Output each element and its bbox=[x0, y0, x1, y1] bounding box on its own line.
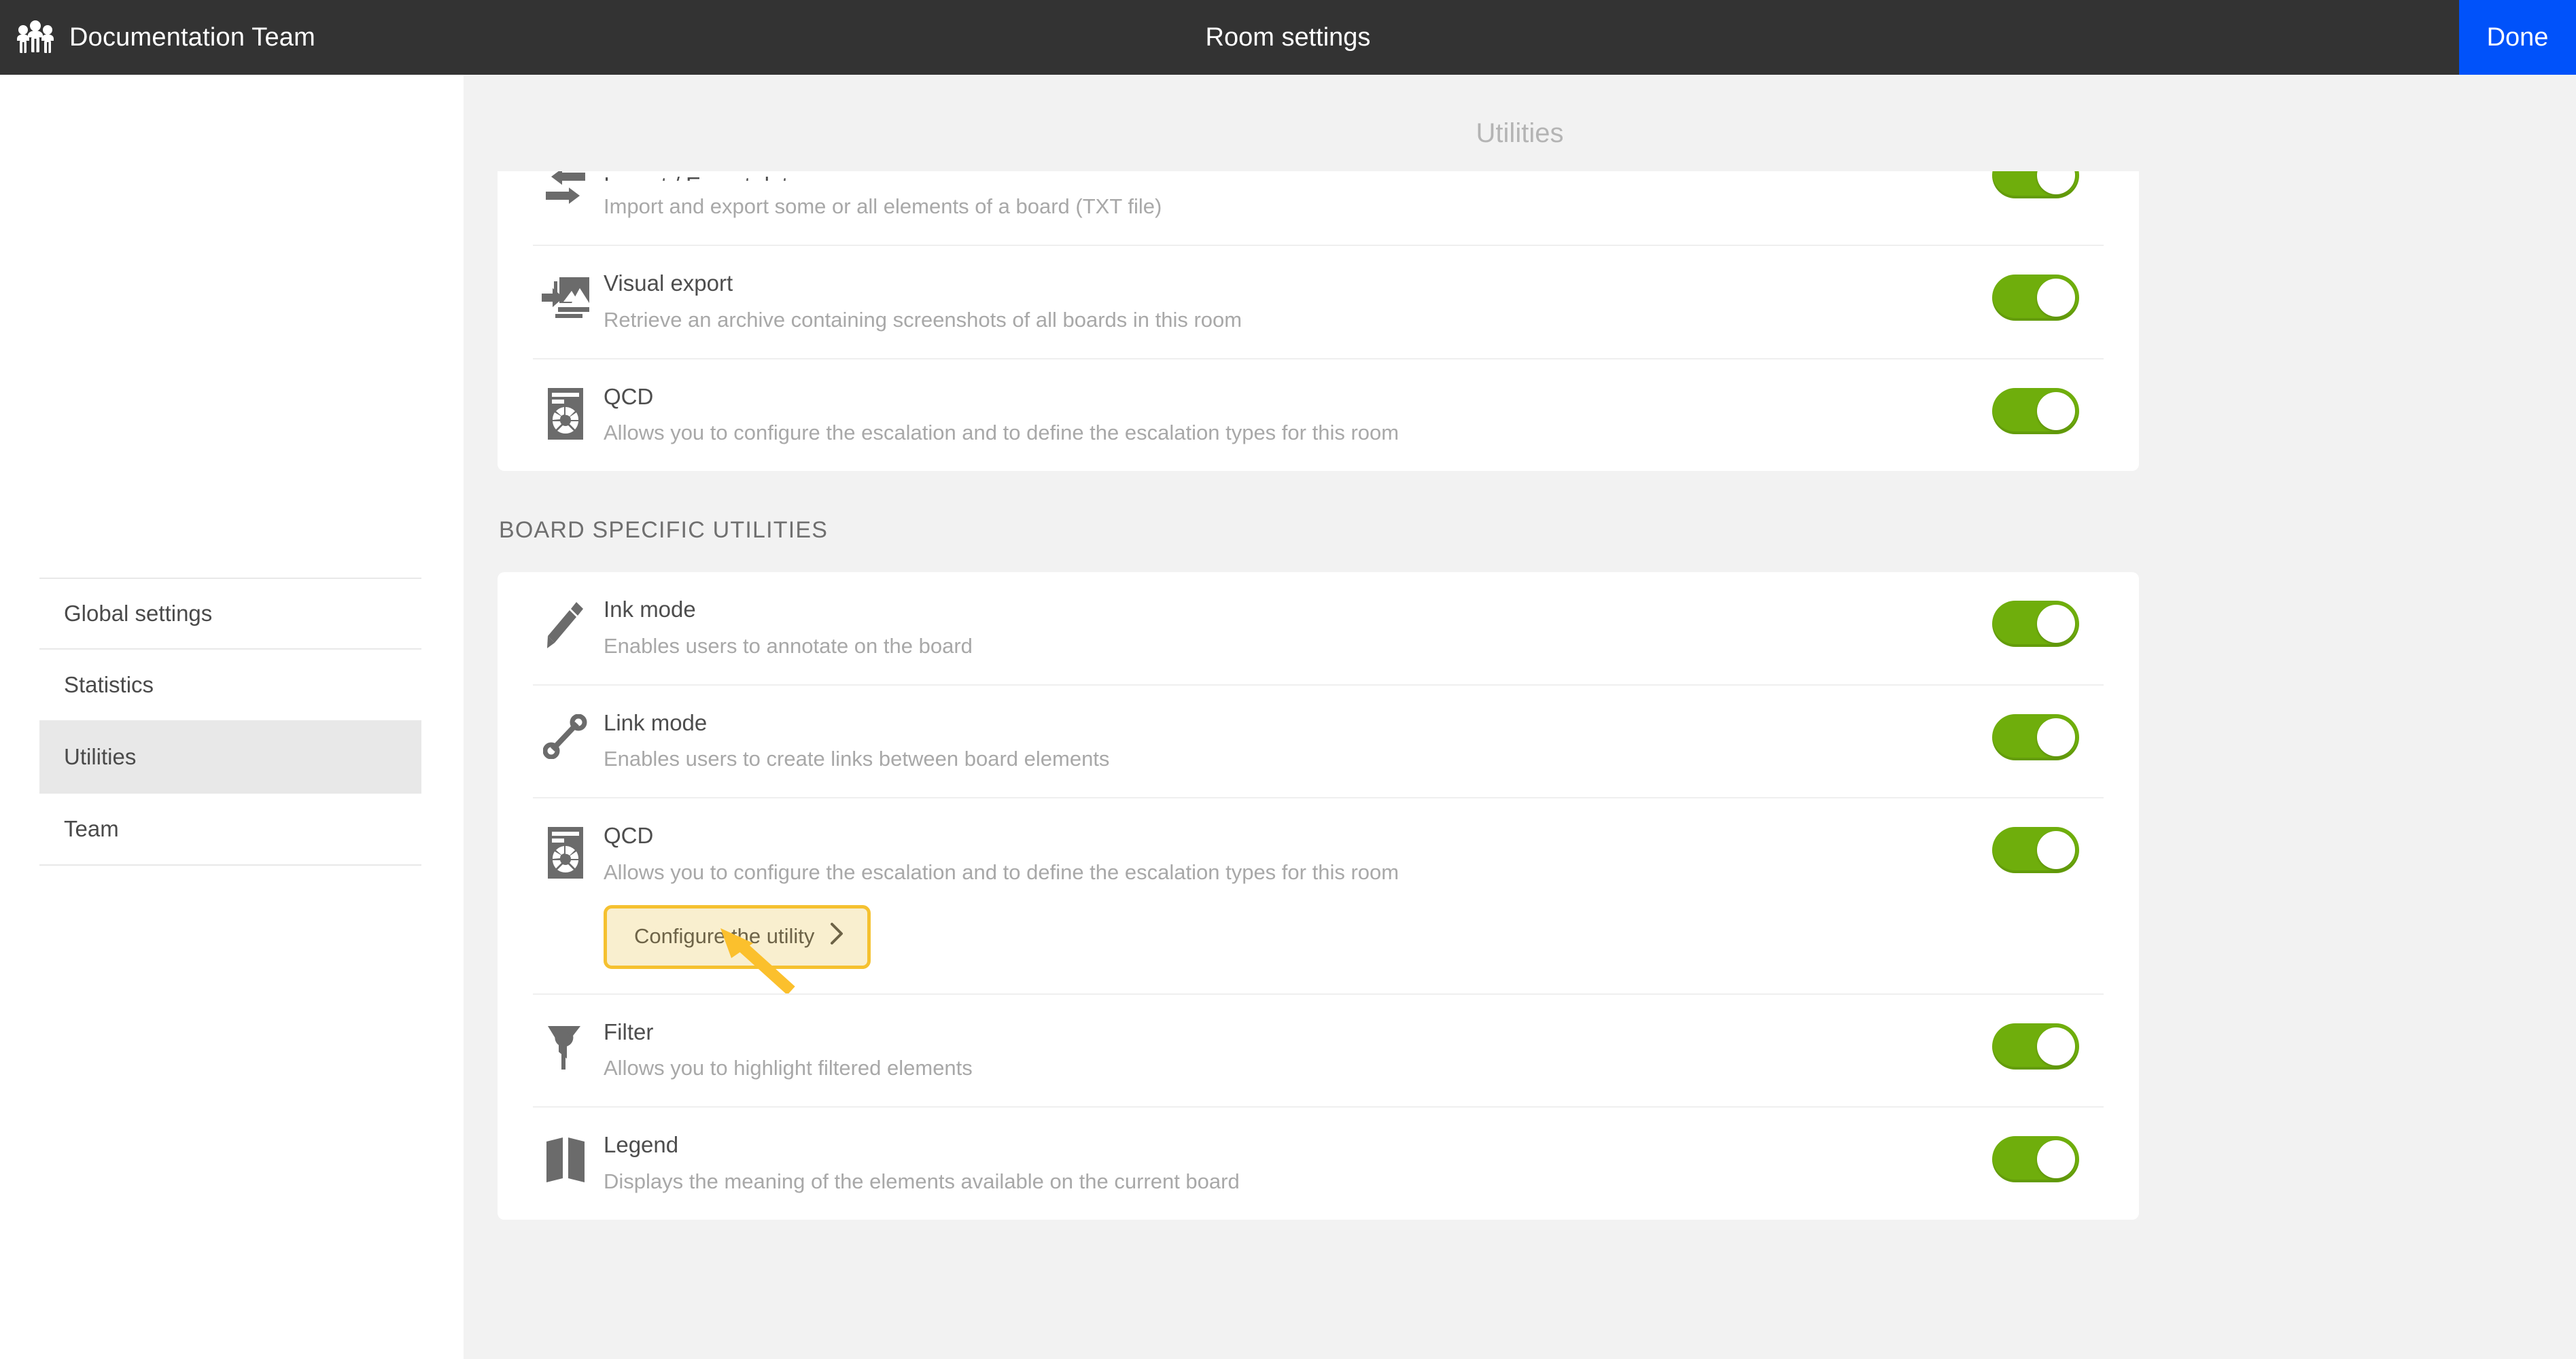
toggle-knob bbox=[2037, 279, 2075, 317]
chevron-right-icon bbox=[829, 922, 844, 951]
content-bottom-padding bbox=[498, 1220, 2542, 1274]
section-header-board-specific: BOARD SPECIFIC UTILITIES bbox=[499, 517, 829, 544]
toggle-legend[interactable] bbox=[1992, 1136, 2079, 1183]
toggle-knob bbox=[2037, 391, 2075, 430]
top-bar-team[interactable]: Documentation Team bbox=[0, 18, 476, 56]
configure-action-wrap: Configure the utility bbox=[604, 904, 871, 995]
utility-description: Import and export some or all elements o… bbox=[604, 194, 1162, 218]
toggle-knob bbox=[2037, 171, 2075, 194]
toggle-link-mode[interactable] bbox=[1992, 713, 2079, 760]
utility-toggle-cell bbox=[1968, 1018, 2104, 1070]
utility-toggle-cell bbox=[1968, 1131, 2104, 1183]
toggle-knob bbox=[2037, 1140, 2075, 1179]
utility-title: Ink mode bbox=[604, 597, 696, 622]
sidebar-item-label: Global settings bbox=[64, 601, 213, 626]
qcd-icon bbox=[533, 822, 598, 879]
import-export-icon bbox=[533, 171, 598, 213]
pencil-icon bbox=[533, 595, 598, 650]
toggle-visual-export[interactable] bbox=[1992, 275, 2079, 321]
sidebar-item-label: Statistics bbox=[64, 672, 154, 697]
toggle-import-export[interactable] bbox=[1992, 171, 2079, 198]
utility-toggle-cell bbox=[1968, 822, 2104, 874]
link-icon bbox=[533, 709, 598, 759]
utility-row-body: Import / Export data Import and export s… bbox=[598, 171, 1968, 220]
board-specific-utilities-card: Ink mode Enables users to annotate on th… bbox=[498, 572, 2139, 1220]
utility-description: Allows you to highlight filtered element… bbox=[604, 1056, 973, 1080]
utility-description: Enables users to annotate on the board bbox=[604, 633, 973, 658]
utility-row-body: Legend Displays the meaning of the eleme… bbox=[598, 1131, 1968, 1195]
utility-title: Visual export bbox=[604, 270, 733, 296]
sidebar: Global settings Statistics Utilities Tea… bbox=[0, 75, 464, 1359]
toggle-knob bbox=[2037, 831, 2075, 870]
configure-button-label: Configure the utility bbox=[634, 923, 815, 948]
utility-toggle-cell bbox=[1968, 383, 2104, 434]
utility-title: QCD bbox=[604, 383, 654, 409]
cards-area: Import / Export data Import and export s… bbox=[464, 171, 2576, 1274]
utility-row-body: QCD Allows you to configure the escalati… bbox=[598, 383, 1968, 447]
sidebar-item-label: Utilities bbox=[64, 744, 137, 769]
utility-row-filter[interactable]: Filter Allows you to highlight filtered … bbox=[533, 993, 2104, 1107]
utility-row-link-mode[interactable]: Link mode Enables users to create links … bbox=[533, 684, 2104, 798]
funnel-icon bbox=[533, 1018, 598, 1072]
utility-title: Link mode bbox=[604, 709, 708, 735]
utility-toggle-cell bbox=[1968, 171, 2104, 198]
utility-row-ink-mode[interactable]: Ink mode Enables users to annotate on th… bbox=[533, 572, 2104, 684]
content-area: Utilities Import / Export dat bbox=[464, 75, 2576, 1359]
utility-row-visual-export[interactable]: Visual export Retrieve an archive contai… bbox=[533, 245, 2104, 358]
sidebar-item-global-settings[interactable]: Global settings bbox=[39, 578, 421, 650]
sidebar-item-label: Team bbox=[64, 816, 119, 841]
utility-title: Import / Export data bbox=[604, 171, 1968, 181]
done-button[interactable]: Done bbox=[2459, 0, 2576, 75]
utility-description: Allows you to configure the escalation a… bbox=[604, 860, 1399, 884]
team-name-label: Documentation Team bbox=[69, 22, 315, 52]
utility-title: Legend bbox=[604, 1132, 679, 1158]
utility-row-qcd-board[interactable]: QCD Allows you to configure the escalati… bbox=[533, 797, 2104, 995]
body: Global settings Statistics Utilities Tea… bbox=[0, 75, 2576, 1359]
toggle-qcd-general[interactable] bbox=[1992, 387, 2079, 434]
utility-description: Allows you to configure the escalation a… bbox=[604, 421, 1399, 445]
toggle-knob bbox=[2037, 1027, 2075, 1065]
utility-title: Filter bbox=[604, 1019, 654, 1044]
utility-title: QCD bbox=[604, 823, 654, 849]
utility-row-import-export[interactable]: Import / Export data Import and export s… bbox=[533, 171, 2104, 245]
page-title: Utilities bbox=[1476, 118, 1564, 148]
utility-toggle-cell bbox=[1968, 709, 2104, 760]
toggle-ink-mode[interactable] bbox=[1992, 601, 2079, 648]
sidebar-nav: Global settings Statistics Utilities Tea… bbox=[39, 578, 421, 866]
utility-row-legend[interactable]: Legend Displays the meaning of the eleme… bbox=[533, 1106, 2104, 1220]
sidebar-item-statistics[interactable]: Statistics bbox=[39, 650, 421, 722]
utility-row-body: Ink mode Enables users to annotate on th… bbox=[598, 595, 1968, 660]
visual-export-icon bbox=[533, 269, 598, 321]
utility-toggle-cell bbox=[1968, 269, 2104, 321]
legend-book-icon bbox=[533, 1131, 598, 1184]
utility-description: Retrieve an archive containing screensho… bbox=[604, 307, 1242, 332]
top-bar: Documentation Team Room settings Done bbox=[0, 0, 2576, 75]
sidebar-item-utilities[interactable]: Utilities bbox=[39, 722, 421, 794]
utility-row-body: Filter Allows you to highlight filtered … bbox=[598, 1018, 1968, 1082]
toggle-knob bbox=[2037, 605, 2075, 643]
qcd-icon bbox=[533, 383, 598, 440]
utility-description: Enables users to create links between bo… bbox=[604, 747, 1110, 771]
utility-row-body: Visual export Retrieve an archive contai… bbox=[598, 269, 1968, 334]
utility-toggle-cell bbox=[1968, 595, 2104, 648]
group-people-icon bbox=[16, 18, 54, 56]
configure-the-utility-button[interactable]: Configure the utility bbox=[604, 904, 871, 969]
toggle-qcd-board[interactable] bbox=[1992, 827, 2079, 874]
sidebar-item-team[interactable]: Team bbox=[39, 794, 421, 866]
utility-description: Displays the meaning of the elements ava… bbox=[604, 1169, 1240, 1193]
general-utilities-card: Import / Export data Import and export s… bbox=[498, 171, 2139, 472]
utility-row-body: QCD Allows you to configure the escalati… bbox=[598, 822, 1968, 995]
toggle-knob bbox=[2037, 718, 2075, 756]
utility-row-qcd-general[interactable]: QCD Allows you to configure the escalati… bbox=[533, 357, 2104, 472]
utility-row-body: Link mode Enables users to create links … bbox=[598, 709, 1968, 773]
toggle-filter[interactable] bbox=[1992, 1023, 2079, 1070]
